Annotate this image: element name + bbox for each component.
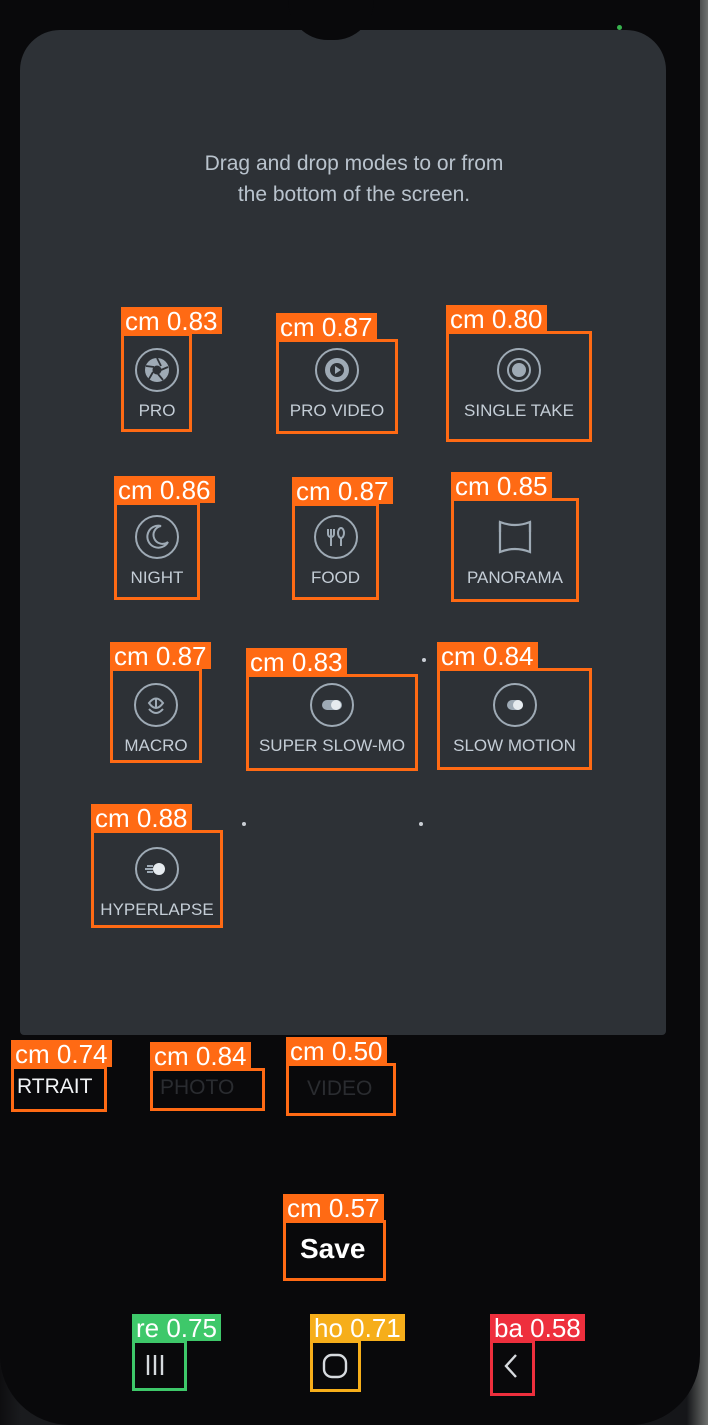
home-button[interactable]: [320, 1351, 350, 1386]
flower-icon: [134, 683, 178, 727]
mode-super-slow-mo[interactable]: SUPER SLOW-MO: [246, 683, 418, 756]
recents-button[interactable]: [141, 1351, 169, 1384]
mode-pro-video[interactable]: PRO VIDEO: [276, 348, 398, 421]
status-led: [617, 25, 622, 30]
mode-label: NIGHT: [130, 568, 184, 587]
mode-night[interactable]: NIGHT: [114, 515, 200, 588]
instruction-line-1: Drag and drop modes to or from: [204, 152, 504, 175]
mode-pro[interactable]: PRO: [121, 348, 193, 421]
recents-icon: [146, 1355, 164, 1375]
super-slow-mo-icon: [310, 683, 354, 727]
mode-single-take[interactable]: SINGLE TAKE: [446, 348, 592, 421]
mode-macro[interactable]: MACRO: [110, 683, 202, 756]
home-icon: [322, 1353, 348, 1379]
mode-label: PRO: [138, 401, 176, 420]
mode-slow-motion[interactable]: SLOW MOTION: [437, 683, 592, 756]
panorama-icon: [493, 515, 537, 559]
mode-label: PANORAMA: [466, 568, 564, 587]
mode-food[interactable]: FOOD: [292, 515, 379, 588]
mode-hyperlapse[interactable]: HYPERLAPSE: [91, 847, 223, 920]
bottom-mode-video[interactable]: VIDEO: [307, 1077, 372, 1101]
drop-slot-marker: [242, 822, 246, 826]
drop-slot-marker: [419, 822, 423, 826]
mode-label: FOOD: [310, 568, 361, 587]
mode-label: HYPERLAPSE: [100, 900, 214, 919]
hyperlapse-icon: [135, 847, 179, 891]
back-icon: [504, 1354, 517, 1378]
slow-motion-icon: [492, 683, 537, 727]
save-button[interactable]: Save: [300, 1233, 365, 1265]
bottom-mode-portrait[interactable]: RTRAIT: [17, 1075, 92, 1099]
mode-panorama[interactable]: PANORAMA: [451, 515, 579, 588]
bottom-mode-photo[interactable]: PHOTO: [160, 1076, 234, 1100]
drop-slot-marker: [422, 658, 426, 662]
mode-label: SINGLE TAKE: [464, 401, 574, 420]
back-button[interactable]: [499, 1351, 525, 1386]
mode-label: MACRO: [124, 736, 188, 755]
instruction-text: Drag and drop modes to or from the botto…: [0, 148, 708, 210]
mode-label: PRO VIDEO: [289, 401, 385, 420]
aperture-icon: [135, 348, 179, 392]
mode-label: SLOW MOTION: [453, 736, 576, 755]
instruction-line-2: the bottom of the screen.: [237, 183, 471, 206]
single-take-icon: [497, 348, 541, 392]
pro-video-icon: [315, 348, 359, 392]
moon-icon: [135, 515, 179, 559]
mode-label: SUPER SLOW-MO: [258, 736, 406, 755]
fork-knife-icon: [313, 515, 358, 559]
